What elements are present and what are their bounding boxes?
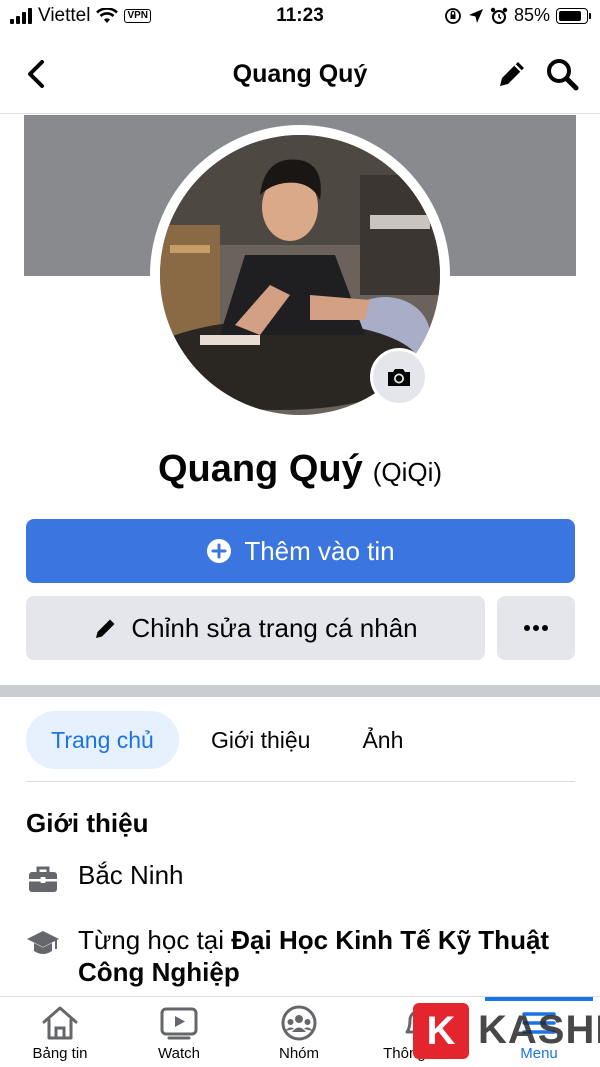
alarm-icon <box>490 7 508 24</box>
bottom-tab-label: Nhóm <box>278 1045 319 1062</box>
intro-heading: Giới thiệu <box>26 808 149 838</box>
add-to-story-button[interactable]: Thêm vào tin <box>26 519 575 583</box>
pencil-icon <box>96 619 115 638</box>
profile-name: Quang Quý <box>157 448 363 490</box>
bottom-tab-watch[interactable]: Watch <box>119 997 239 1067</box>
bottom-tab-label: Bảng tin <box>32 1045 88 1062</box>
kashi-logo-mark: K <box>413 1003 469 1059</box>
briefcase-icon <box>29 866 57 892</box>
tabs-divider <box>26 781 575 782</box>
profile-tabs: Trang chủ Giới thiệu Ảnh <box>26 711 575 769</box>
back-chevron-icon <box>28 60 44 88</box>
more-options-button[interactable] <box>497 596 575 660</box>
home-icon <box>42 1006 78 1040</box>
status-right: 85% <box>444 5 591 26</box>
edit-profile-button[interactable]: Chỉnh sửa trang cá nhân <box>26 596 485 660</box>
status-bar: Viettel VPN 11:23 85% <box>0 0 600 34</box>
tab-photos[interactable]: Ảnh <box>342 711 423 769</box>
intro-location: Bắc Ninh <box>78 860 184 890</box>
battery-icon <box>556 7 591 24</box>
nav-bar: Quang Quý <box>0 40 600 110</box>
bottom-tab-news-feed[interactable]: Bảng tin <box>0 997 120 1067</box>
tab-about[interactable]: Giới thiệu <box>191 711 330 769</box>
change-avatar-button[interactable] <box>370 348 428 406</box>
groups-icon <box>281 1005 317 1041</box>
bottom-tab-label: Watch <box>158 1045 200 1062</box>
bottom-tab-groups[interactable]: Nhóm <box>239 997 359 1067</box>
profile-name-row: Quang Quý (QiQi) <box>0 448 600 491</box>
intro-location-row: Bắc Ninh <box>26 860 575 896</box>
intro-education-row: Từng học tại Đại Học Kinh Tế Kỹ Thuật Cô… <box>26 924 575 988</box>
location-icon <box>468 8 483 23</box>
back-button[interactable] <box>22 56 54 92</box>
kashi-watermark-text: KASHI <box>478 1008 600 1052</box>
graduation-cap-icon <box>27 931 59 954</box>
search-icon <box>547 59 579 91</box>
orientation-lock-icon <box>445 7 461 24</box>
plus-circle-icon <box>207 539 232 563</box>
watch-icon <box>160 1007 198 1040</box>
camera-icon <box>388 369 410 386</box>
more-dots-icon <box>524 625 548 631</box>
pencil-icon <box>500 62 524 86</box>
education-prefix: Từng học tại <box>78 925 232 955</box>
section-separator <box>0 685 600 697</box>
edit-button[interactable] <box>494 56 530 92</box>
battery-percent: 85% <box>513 5 550 25</box>
nav-divider <box>0 113 600 114</box>
battery-level <box>559 10 582 21</box>
add-to-story-label: Thêm vào tin <box>244 535 395 566</box>
tab-home[interactable]: Trang chủ <box>26 711 179 769</box>
profile-alt-name: (QiQi) <box>372 457 443 487</box>
edit-profile-label: Chỉnh sửa trang cá nhân <box>131 612 418 643</box>
intro-education: Từng học tại Đại Học Kinh Tế Kỹ Thuật Cô… <box>78 924 575 988</box>
search-button[interactable] <box>544 56 580 92</box>
